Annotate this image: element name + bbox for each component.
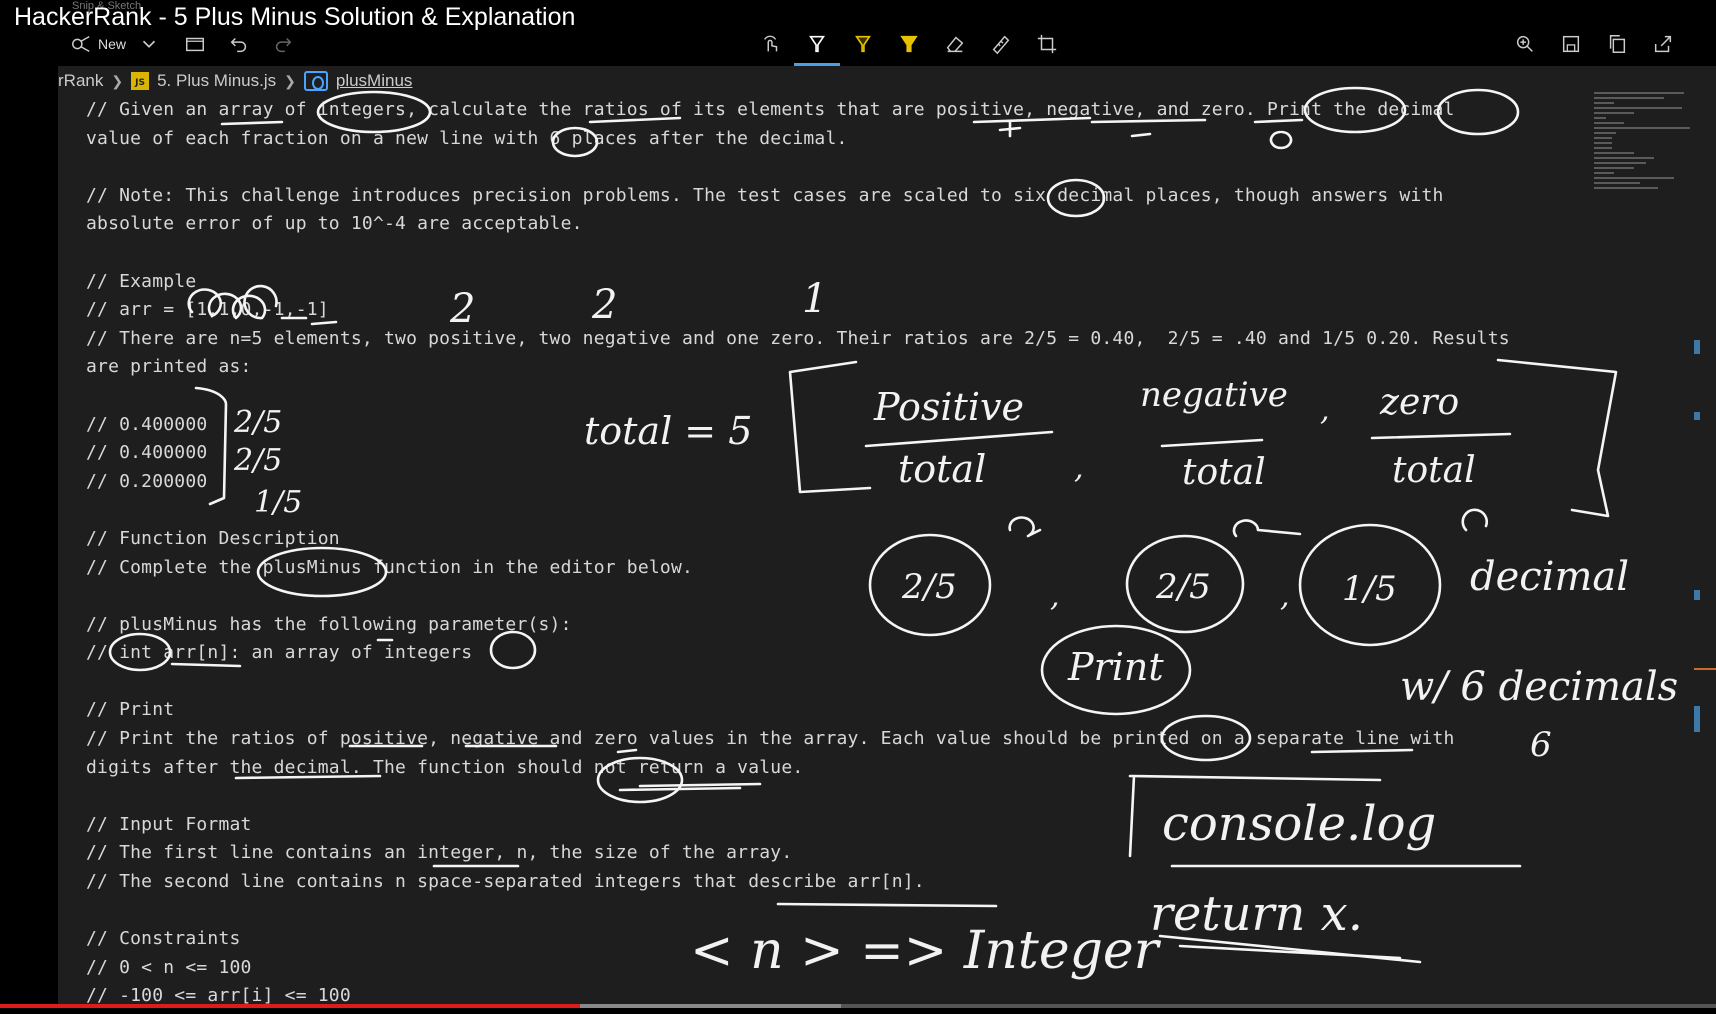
video-progress-fill[interactable] [0,1004,580,1008]
zoom-icon[interactable] [1514,30,1536,58]
code-line[interactable]: // The second line contains n space-sepa… [86,868,1596,897]
save-icon[interactable] [1560,30,1582,58]
video-title: HackerRank - 5 Plus Minus Solution & Exp… [14,3,576,31]
code-line[interactable] [86,668,1596,697]
code-line[interactable]: // 0.400000 [86,439,1596,468]
ruler-icon[interactable] [990,30,1012,58]
scrollbar-caret [1694,668,1716,670]
folder-icon[interactable] [184,30,206,58]
code-line[interactable]: absolute error of up to 10^-4 are accept… [86,210,1596,239]
video-frame: Snip & Sketch New rRank ❯ JS 5. Plus Min… [0,0,1716,1014]
new-label: New [98,36,127,52]
video-progress-buffer [580,1004,841,1008]
code-line[interactable]: // Constraints [86,925,1596,954]
ballpoint-pen-icon[interactable] [806,30,828,58]
code-line[interactable]: // 0.400000 [86,411,1596,440]
code-line[interactable]: // int arr[n]: an array of integers [86,639,1596,668]
code-content[interactable]: // Given an array of integers, calculate… [86,96,1596,1011]
crop-icon[interactable] [1036,30,1058,58]
code-line[interactable]: // Complete the plusMinus function in th… [86,554,1596,583]
code-line[interactable]: value of each fraction on a new line wit… [86,125,1596,154]
eraser-icon[interactable] [944,30,966,58]
code-line[interactable]: are printed as: [86,353,1596,382]
touch-writing-icon[interactable] [760,30,782,58]
breadcrumb: rRank ❯ JS 5. Plus Minus.js ❯ plusMinus [58,69,412,93]
code-line[interactable] [86,782,1596,811]
code-line[interactable]: // Print [86,696,1596,725]
breadcrumb-file[interactable]: 5. Plus Minus.js [157,71,276,91]
chevron-right-icon: ❯ [284,72,296,89]
new-button[interactable]: New [70,30,126,58]
chevron-down-icon[interactable] [138,30,160,58]
code-line[interactable]: // There are n=5 elements, two positive,… [86,325,1596,354]
code-line[interactable]: // Given an array of integers, calculate… [86,96,1596,125]
minimap[interactable] [1594,92,1698,222]
code-line[interactable]: // arr = [1,1,0,-1,-1] [86,296,1596,325]
javascript-file-icon: JS [131,72,150,90]
code-line[interactable] [86,382,1596,411]
code-line[interactable]: // plusMinus has the following parameter… [86,611,1596,640]
code-line[interactable] [86,239,1596,268]
code-line[interactable] [86,582,1596,611]
snip-icon [72,36,90,52]
code-line[interactable] [86,153,1596,182]
breadcrumb-root[interactable]: rRank [58,71,103,91]
share-icon[interactable] [1652,30,1674,58]
pencil-icon[interactable] [852,30,874,58]
code-line[interactable]: // Print the ratios of positive, negativ… [86,725,1596,754]
code-line[interactable]: // Example [86,268,1596,297]
code-line[interactable] [86,496,1596,525]
code-line[interactable]: // Function Description [86,525,1596,554]
code-line[interactable]: digits after the decimal. The function s… [86,754,1596,783]
code-line[interactable]: // 0 < n <= 100 [86,954,1596,983]
code-line[interactable]: // Note: This challenge introduces preci… [86,182,1596,211]
chevron-right-icon: ❯ [111,72,124,89]
redo-icon[interactable] [272,30,294,58]
copy-icon[interactable] [1606,30,1628,58]
breadcrumb-symbol[interactable]: plusMinus [336,71,413,91]
code-line[interactable]: // The first line contains an integer, n… [86,839,1596,868]
code-line[interactable]: // Input Format [86,811,1596,840]
code-line[interactable] [86,897,1596,926]
function-symbol-icon [303,71,328,91]
code-line[interactable]: // 0.200000 [86,468,1596,497]
highlighter-icon[interactable] [898,30,920,58]
undo-icon[interactable] [228,30,250,58]
